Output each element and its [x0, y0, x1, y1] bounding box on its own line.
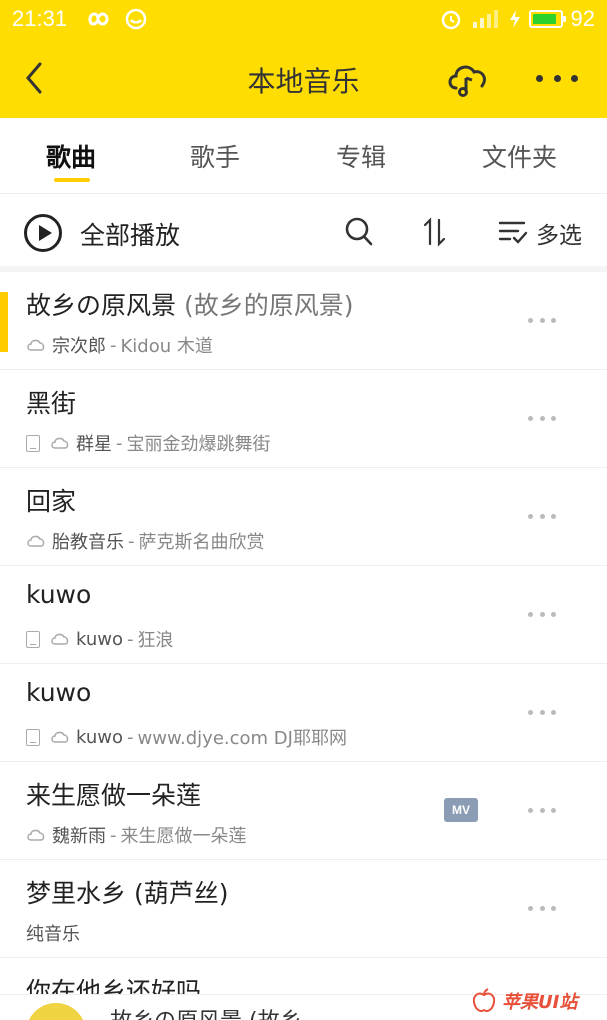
song-more-button[interactable] [528, 318, 556, 326]
more-options-button[interactable] [536, 60, 578, 96]
cloud-icon [27, 829, 45, 841]
now-playing-title: 故乡の原风景 (故乡 [110, 1003, 302, 1020]
tab-folders[interactable]: 文件夹 [482, 138, 557, 174]
song-artist: kuwo [76, 628, 124, 650]
multi-select-icon[interactable] [498, 218, 528, 246]
song-item[interactable]: 故乡の原风景 (故乡的原风景) 宗次郎 - Kidou 木道 [0, 272, 607, 370]
infinity-icon [88, 12, 109, 26]
active-tab-indicator [54, 178, 90, 182]
song-album: www.djye.com DJ耶耶网 [137, 728, 347, 749]
song-title: 梦里水乡 (葫芦丝) [26, 879, 229, 908]
song-album: 萨克斯名曲欣赏 [138, 532, 265, 553]
song-album: 宝丽金劲爆跳舞街 [126, 434, 271, 455]
play-all-button[interactable]: 全部播放 [80, 216, 180, 252]
search-icon[interactable] [344, 216, 374, 248]
multi-select-button[interactable]: 多选 [536, 216, 582, 250]
album-art[interactable] [26, 1003, 86, 1020]
song-item[interactable]: kuwo kuwo - www.djye.com DJ耶耶网 [0, 664, 607, 762]
play-all-icon[interactable] [24, 214, 62, 252]
cloud-music-icon[interactable] [444, 58, 492, 98]
song-subtitle: 群星 - 宝丽金劲爆跳舞街 [26, 430, 271, 456]
song-more-button[interactable] [528, 416, 556, 424]
song-artist: 宗次郎 [52, 336, 106, 357]
signal-icon [472, 10, 498, 28]
mv-badge[interactable]: MV [444, 798, 478, 822]
battery-icon [528, 10, 566, 28]
song-more-button[interactable] [528, 514, 556, 522]
now-playing-indicator [0, 292, 8, 352]
cloud-icon [27, 339, 45, 351]
song-subtitle: kuwo - www.djye.com DJ耶耶网 [26, 724, 347, 750]
cloud-icon [51, 633, 69, 645]
watermark: 苹果UI站 [470, 984, 577, 1018]
song-subtitle: 魏新雨 - 来生愿做一朵莲 [26, 822, 247, 848]
local-file-icon [26, 434, 40, 452]
app-notification-icon [125, 8, 147, 30]
song-more-button[interactable] [528, 612, 556, 620]
tab-albums[interactable]: 专辑 [336, 138, 386, 174]
status-bar: 21:31 92 [0, 0, 607, 38]
song-artist: 胎教音乐 [52, 532, 124, 553]
alarm-icon [441, 10, 460, 30]
song-item[interactable]: kuwo kuwo - 狂浪 [0, 566, 607, 664]
song-subtitle: 宗次郎 - Kidou 木道 [26, 332, 213, 358]
battery-percent: 92 [570, 6, 595, 31]
song-title: 来生愿做一朵莲 [26, 781, 202, 810]
cloud-icon [51, 731, 69, 743]
song-item[interactable]: 回家 胎教音乐 - 萨克斯名曲欣赏 [0, 468, 607, 566]
song-title: 黑街 [26, 389, 77, 418]
song-subtitle: 胎教音乐 - 萨克斯名曲欣赏 [26, 528, 265, 554]
song-title: 故乡の原风景 (故乡的原风景) [26, 291, 354, 320]
title-bar: 本地音乐 [0, 38, 607, 118]
tab-songs[interactable]: 歌曲 [46, 138, 96, 174]
local-file-icon [26, 728, 40, 746]
song-album: Kidou 木道 [120, 336, 213, 357]
song-more-button[interactable] [528, 906, 556, 914]
song-more-button[interactable] [528, 808, 556, 816]
song-album: 来生愿做一朵莲 [120, 826, 247, 847]
song-title: kuwo [26, 580, 92, 609]
song-item[interactable]: 来生愿做一朵莲 魏新雨 - 来生愿做一朵莲 MV [0, 762, 607, 860]
song-title: 回家 [26, 487, 77, 516]
song-subtitle: 纯音乐 [26, 920, 80, 946]
local-file-icon [26, 630, 40, 648]
sort-icon[interactable] [422, 216, 448, 248]
apple-logo-icon [472, 988, 496, 1012]
song-artist: kuwo [76, 726, 124, 748]
status-time: 21:31 [12, 6, 68, 31]
tab-bar: 歌曲 歌手 专辑 文件夹 [0, 118, 607, 194]
page-title: 本地音乐 [247, 65, 360, 98]
song-artist: 纯音乐 [26, 924, 80, 945]
toolbar: 全部播放 多选 [0, 194, 607, 272]
cloud-icon [51, 437, 69, 449]
tab-artists[interactable]: 歌手 [190, 138, 240, 174]
song-artist: 魏新雨 [52, 826, 106, 847]
charging-icon [509, 10, 520, 28]
song-title: kuwo [26, 678, 92, 707]
song-subtitle: kuwo - 狂浪 [26, 626, 174, 652]
song-more-button[interactable] [528, 710, 556, 718]
watermark-text: 苹果UI站 [502, 992, 578, 1013]
song-album: 狂浪 [137, 630, 174, 651]
song-artist: 群星 [76, 434, 112, 455]
cloud-icon [27, 535, 45, 547]
song-item[interactable]: 梦里水乡 (葫芦丝) 纯音乐 [0, 860, 607, 958]
song-item[interactable]: 黑街 群星 - 宝丽金劲爆跳舞街 [0, 370, 607, 468]
